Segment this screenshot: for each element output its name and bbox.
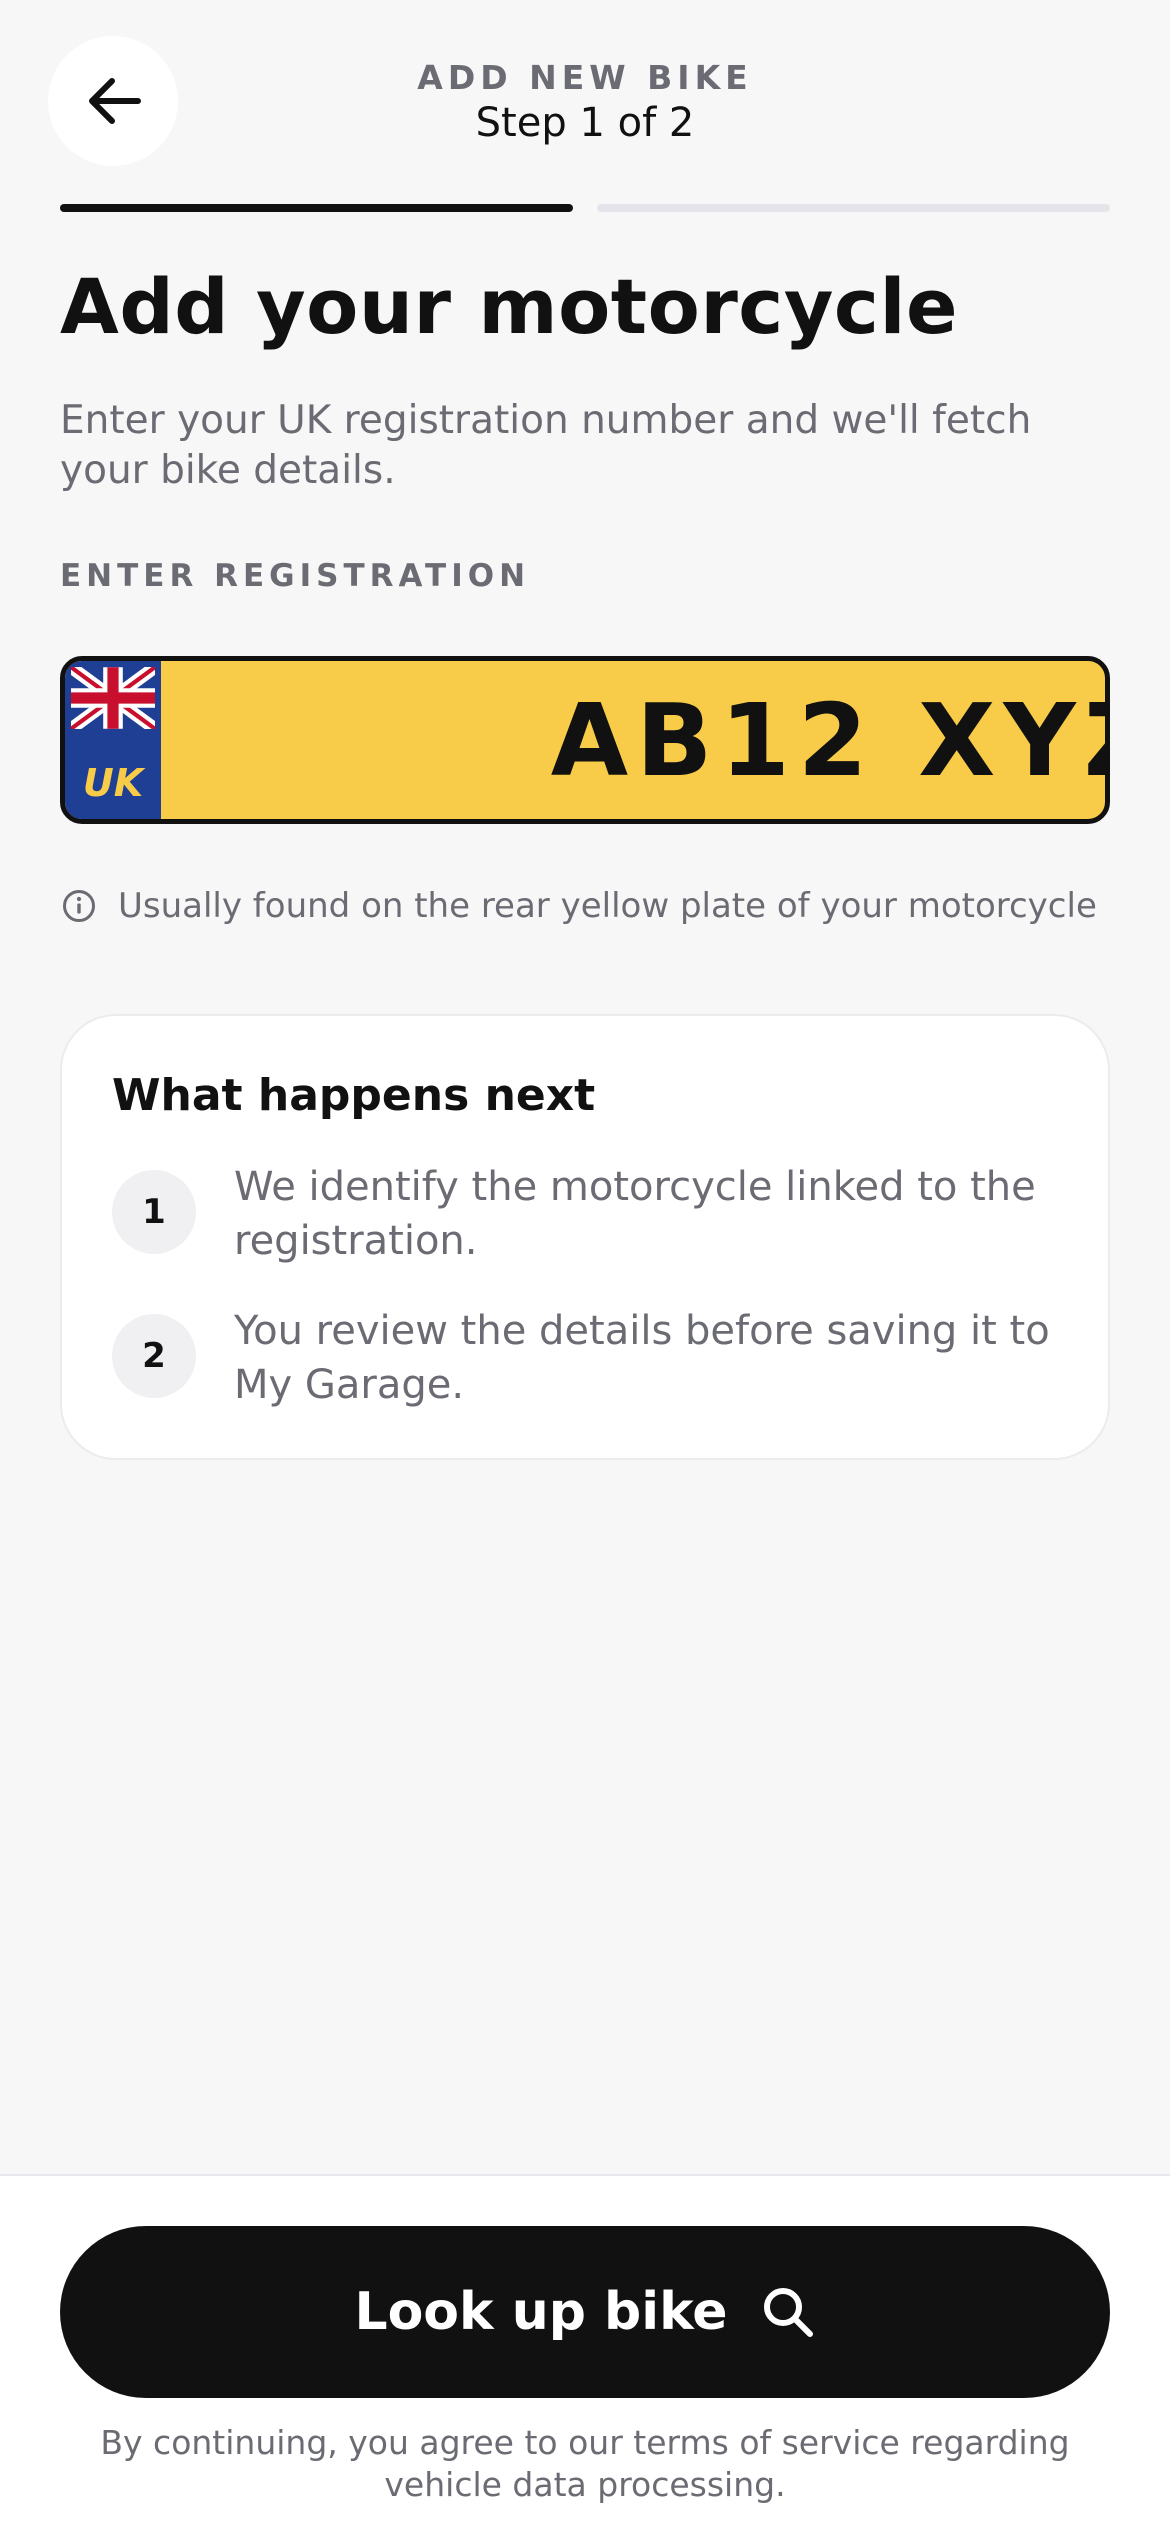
card-title: What happens next — [112, 1070, 596, 1121]
page-title: Add your motorcycle — [60, 262, 959, 351]
step-text: We identify the motorcycle linked to the… — [234, 1164, 1036, 1264]
search-icon — [763, 2288, 813, 2337]
add-bike-screen: ADD NEW BIKE Step 1 of 2 Add your motorc… — [0, 0, 1170, 2532]
registration-input[interactable] — [161, 661, 1105, 819]
union-jack-flag-icon — [71, 667, 155, 729]
hint-text: Usually found on the rear yellow plate o… — [118, 886, 1097, 926]
look-up-bike-button[interactable]: Look up bike — [60, 2226, 1110, 2398]
list-item: 1 We identify the motorcycle linked to t… — [112, 1160, 1062, 1268]
terms-notice: By continuing, you agree to our terms of… — [100, 2423, 1070, 2504]
page-description: Enter your UK registration number and we… — [60, 398, 1032, 493]
list-item: 2 You review the details before saving i… — [112, 1304, 1062, 1412]
info-icon — [63, 890, 95, 922]
step-number-badge: 1 — [112, 1170, 196, 1254]
progress-segment-1 — [60, 204, 573, 212]
what-happens-next-card: What happens next 1 We identify the moto… — [60, 1014, 1110, 1460]
registration-plate: UK — [60, 656, 1110, 824]
registration-label: ENTER REGISTRATION — [60, 558, 531, 594]
step-text: You review the details before saving it … — [234, 1308, 1050, 1408]
plate-country-band: UK — [65, 661, 161, 819]
header-title: ADD NEW BIKE — [417, 58, 753, 97]
look-up-bike-label: Look up bike — [354, 2282, 728, 2342]
registration-hint: Usually found on the rear yellow plate o… — [62, 886, 1097, 926]
progress-segment-2 — [597, 204, 1110, 212]
step-number-badge: 2 — [112, 1314, 196, 1398]
plate-country-code: UK — [82, 761, 144, 805]
step-indicator: Step 1 of 2 — [475, 100, 695, 146]
footer: Look up bike By continuing, you agree to… — [0, 2174, 1170, 2532]
